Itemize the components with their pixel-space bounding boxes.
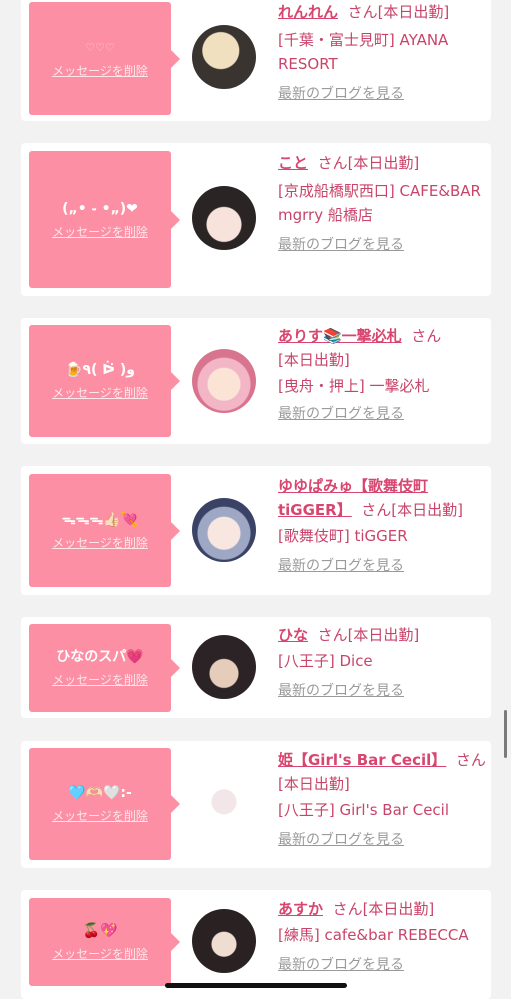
blog-link[interactable]: 最新のブログを見る xyxy=(278,556,486,576)
message-card: („• ֊ •„)❤︎ メッセージを削除 こと さん[本日出勤] [京成船橋駅西… xyxy=(21,143,491,296)
status-text: [本日出勤] xyxy=(377,3,450,21)
message-bubble: ♡♡♡ メッセージを削除 xyxy=(29,2,180,115)
message-text: 🍒💖 xyxy=(82,923,118,939)
name-line: ありす📚一撃必札 さん [本日出勤] xyxy=(278,324,486,372)
message-text: ♡♡♡ xyxy=(85,40,115,54)
avatar[interactable] xyxy=(192,186,256,250)
status-text: [本日出勤] xyxy=(362,900,435,918)
delete-message-link[interactable]: メッセージを削除 xyxy=(52,224,148,240)
cast-name-link[interactable]: こと xyxy=(278,154,308,172)
cast-name-link[interactable]: ひな xyxy=(278,626,308,644)
shop-text: [曳舟・押上] 一撃必札 xyxy=(278,377,430,395)
message-bubble: („• ֊ •„)❤︎ メッセージを削除 xyxy=(29,151,180,288)
message-text: ᯓᯓᯓ👍🏻💘 xyxy=(61,511,139,528)
message-bubble: ᯓᯓᯓ👍🏻💘 メッセージを削除 xyxy=(29,474,180,587)
cast-name-link[interactable]: 姫【Girl's Bar Cecil】 xyxy=(278,751,446,769)
status-text: [本日出勤] xyxy=(347,154,420,172)
honorific: さん xyxy=(317,626,348,644)
blog-link[interactable]: 最新のブログを見る xyxy=(278,681,486,701)
message-card: ♡♡♡ メッセージを削除 れんれん さん[本日出勤] [千葉・富士見町] AYA… xyxy=(21,0,491,121)
honorific: さん xyxy=(455,751,486,769)
name-line: こと さん[本日出勤] xyxy=(278,151,486,175)
name-line: れんれん さん[本日出勤] xyxy=(278,0,486,24)
message-bubble: 🍒💖 メッセージを削除 xyxy=(29,898,180,986)
cast-name-link[interactable]: あすか xyxy=(278,900,323,918)
message-text: („• ֊ •„)❤︎ xyxy=(62,200,138,217)
avatar[interactable] xyxy=(192,909,256,973)
status-text: [本日出勤] xyxy=(391,501,464,519)
message-text: 🍺٩( ᐖ )و xyxy=(65,362,135,378)
home-indicator[interactable] xyxy=(165,983,347,988)
message-card: 🍺٩( ᐖ )و メッセージを削除 ありす📚一撃必札 さん [本日出勤] [曳舟・… xyxy=(21,318,491,444)
avatar[interactable] xyxy=(192,773,256,837)
honorific: さん xyxy=(411,327,442,345)
message-card: 🩵🫶🏻🤍:- メッセージを削除 姫【Girl's Bar Cecil】 さん [本… xyxy=(21,741,491,868)
message-text: 🩵🫶🏻🤍:- xyxy=(68,785,132,801)
message-card: ᯓᯓᯓ👍🏻💘 メッセージを削除 ゆゆぱみゅ【歌舞伎町tiGGER】 さん[本日出… xyxy=(21,466,491,595)
blog-link[interactable]: 最新のブログを見る xyxy=(278,235,486,255)
message-bubble: ひなのスパ💗 メッセージを削除 xyxy=(29,624,180,712)
cast-name-link[interactable]: ありす📚一撃必札 xyxy=(278,327,402,345)
shop-text: [八王子] Girl's Bar Cecil xyxy=(278,801,450,819)
message-text: ひなのスパ💗 xyxy=(56,649,144,665)
delete-message-link[interactable]: メッセージを削除 xyxy=(52,672,148,688)
blog-link[interactable]: 最新のブログを見る xyxy=(278,84,486,104)
status-text: [本日出勤] xyxy=(347,626,420,644)
shop-text: [京成船橋駅西口] CAFE&BAR mgrry 船橋店 xyxy=(278,182,481,224)
honorific: さん xyxy=(361,501,392,519)
name-line: ひな さん[本日出勤] xyxy=(278,623,486,647)
delete-message-link[interactable]: メッセージを削除 xyxy=(52,63,148,79)
avatar[interactable] xyxy=(192,25,256,89)
honorific: さん xyxy=(347,3,378,21)
message-card: ひなのスパ💗 メッセージを削除 ひな さん[本日出勤] [八王子] Dice 最… xyxy=(21,617,491,718)
scrollbar[interactable] xyxy=(504,710,507,758)
shop-text: [八王子] Dice xyxy=(278,652,373,670)
status-text: [本日出勤] xyxy=(278,351,350,369)
delete-message-link[interactable]: メッセージを削除 xyxy=(52,808,148,824)
name-line: 姫【Girl's Bar Cecil】 さん [本日出勤] xyxy=(278,748,486,796)
message-bubble: 🩵🫶🏻🤍:- メッセージを削除 xyxy=(29,748,180,860)
shop-text: [千葉・富士見町] AYANA RESORT xyxy=(278,31,449,73)
status-text: [本日出勤] xyxy=(278,775,350,793)
blog-link[interactable]: 最新のブログを見る xyxy=(278,955,486,975)
avatar[interactable] xyxy=(192,349,256,413)
name-line: ゆゆぱみゅ【歌舞伎町tiGGER】 さん[本日出勤] xyxy=(278,474,486,522)
message-bubble: 🍺٩( ᐖ )و メッセージを削除 xyxy=(29,325,180,437)
name-line: あすか さん[本日出勤] xyxy=(278,897,486,921)
blog-link[interactable]: 最新のブログを見る xyxy=(278,404,486,424)
delete-message-link[interactable]: メッセージを削除 xyxy=(52,535,148,551)
delete-message-link[interactable]: メッセージを削除 xyxy=(52,946,148,962)
avatar[interactable] xyxy=(192,635,256,699)
cast-name-link[interactable]: れんれん xyxy=(278,3,338,21)
blog-link[interactable]: 最新のブログを見る xyxy=(278,830,486,850)
shop-text: [練馬] cafe&bar REBECCA xyxy=(278,926,469,944)
shop-text: [歌舞伎町] tiGGER xyxy=(278,527,408,545)
honorific: さん xyxy=(317,154,348,172)
avatar[interactable] xyxy=(192,498,256,562)
honorific: さん xyxy=(332,900,363,918)
delete-message-link[interactable]: メッセージを削除 xyxy=(52,385,148,401)
